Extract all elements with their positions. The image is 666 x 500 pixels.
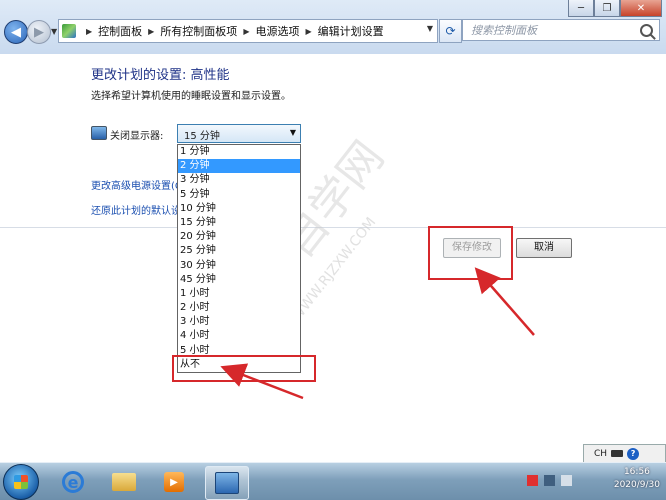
arrow-to-save-icon [474, 267, 535, 336]
language-code[interactable]: CH [594, 449, 607, 459]
language-bar[interactable]: CH ? [583, 444, 666, 462]
annotation-arrows [220, 267, 535, 400]
help-icon[interactable]: ? [627, 447, 640, 460]
arrow-to-never-icon [220, 363, 304, 400]
keyboard-icon[interactable] [611, 450, 624, 457]
